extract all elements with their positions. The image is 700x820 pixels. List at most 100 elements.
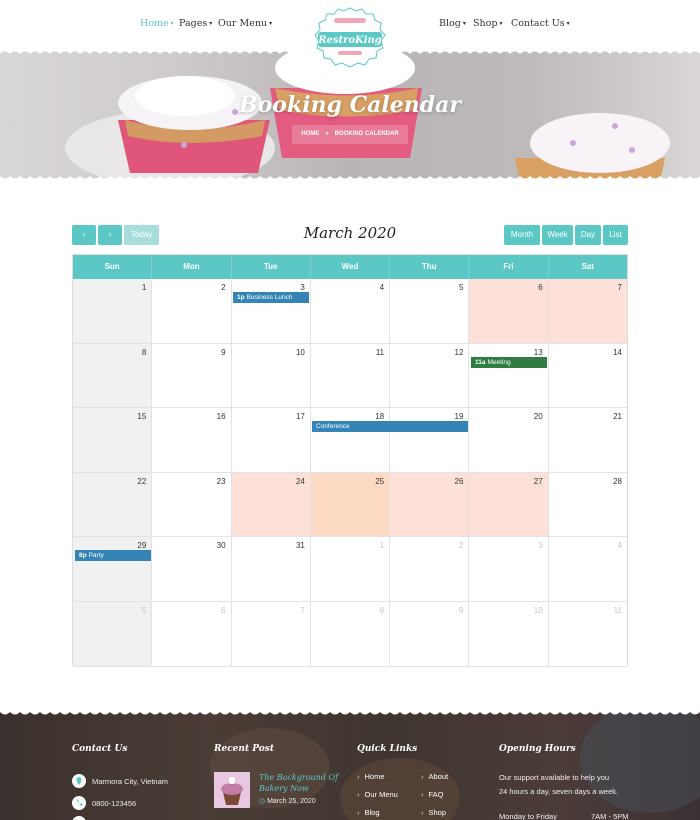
- quick-link-our-menu[interactable]: Our Menu: [357, 790, 398, 799]
- day-cell[interactable]: 22: [73, 472, 153, 538]
- event-title: Party: [88, 552, 104, 559]
- day-cell[interactable]: 28: [548, 472, 627, 538]
- day-number: 23: [216, 476, 226, 486]
- day-cell[interactable]: 27: [469, 472, 549, 538]
- day-cell[interactable]: 1: [73, 279, 153, 344]
- day-cell[interactable]: 23: [152, 472, 232, 538]
- nav-blog[interactable]: Blog ▾: [439, 18, 466, 29]
- day-number: 11: [375, 347, 385, 357]
- clock-icon: ◷: [259, 798, 268, 805]
- event-time: 11a: [475, 359, 486, 366]
- view-month-button[interactable]: Month: [504, 225, 540, 245]
- weekday-sun: Sun: [73, 255, 153, 279]
- day-cell[interactable]: 19: [390, 408, 470, 473]
- day-cell-other-month[interactable]: 2: [390, 537, 470, 602]
- day-cell-other-month[interactable]: 1: [310, 537, 391, 602]
- day-number: 19: [454, 412, 464, 422]
- day-cell-other-month[interactable]: 10: [469, 601, 549, 667]
- day-cell[interactable]: 2: [152, 279, 232, 344]
- footer-hours-title: Opening Hours: [499, 744, 576, 754]
- day-cell-other-month[interactable]: 3: [469, 537, 549, 602]
- restroking-logo[interactable]: RestroKing: [310, 6, 390, 68]
- day-cell-other-month[interactable]: 11: [548, 601, 627, 667]
- day-cell[interactable]: 3: [231, 279, 311, 344]
- day-cell[interactable]: 13: [469, 343, 549, 409]
- event-conference[interactable]: Conference: [312, 421, 468, 432]
- day-cell-other-month[interactable]: 6: [152, 601, 232, 667]
- day-number: 6: [538, 283, 543, 292]
- view-list-button[interactable]: List: [603, 225, 628, 245]
- day-cell[interactable]: 26: [390, 472, 470, 538]
- day-cell[interactable]: 29: [73, 537, 153, 602]
- day-cell-other-month[interactable]: 7: [231, 601, 311, 667]
- nav-shop[interactable]: Shop ▾: [473, 18, 502, 29]
- event-party[interactable]: 8p Party: [75, 550, 151, 561]
- nav-home[interactable]: Home ▾: [140, 18, 174, 29]
- view-day-button[interactable]: Day: [575, 225, 601, 245]
- calendar-week: 5 6 7 8 9 10 11: [73, 601, 627, 667]
- nav-pages[interactable]: Pages ▾: [179, 18, 212, 29]
- day-cell[interactable]: 31: [231, 537, 311, 602]
- day-number: 21: [613, 412, 622, 422]
- view-week-button[interactable]: Week: [542, 225, 573, 245]
- day-number: 27: [533, 476, 543, 486]
- day-cell[interactable]: 4: [310, 279, 391, 344]
- event-title: Business Lunch: [246, 294, 293, 301]
- day-number: 7: [617, 283, 622, 292]
- breadcrumb-home[interactable]: HOME: [301, 131, 319, 137]
- footer-contact-title: Contact Us: [72, 744, 128, 754]
- day-number: 10: [295, 347, 305, 357]
- day-cell[interactable]: 7: [548, 279, 627, 344]
- day-cell[interactable]: 20: [469, 408, 549, 473]
- nav-contact[interactable]: Contact Us ▾: [511, 18, 570, 29]
- day-cell[interactable]: 14: [548, 343, 627, 409]
- day-cell-other-month[interactable]: 4: [548, 537, 627, 602]
- nav-pages-label: Pages: [179, 18, 208, 29]
- prev-month-button[interactable]: ‹: [72, 225, 96, 245]
- day-cell-today[interactable]: 25: [310, 472, 391, 538]
- today-button[interactable]: Today: [124, 225, 159, 245]
- quick-link-about[interactable]: About: [421, 772, 449, 781]
- day-cell[interactable]: 30: [152, 537, 232, 602]
- day-cell[interactable]: 17: [231, 408, 311, 473]
- day-number: 22: [137, 476, 147, 486]
- day-cell-other-month[interactable]: 8: [310, 601, 391, 667]
- quick-link-blog[interactable]: Blog: [357, 808, 380, 817]
- event-business-lunch[interactable]: 1p Business Lunch: [233, 292, 309, 303]
- recent-post-title[interactable]: The Background Of Bakery Now: [259, 772, 338, 794]
- nav-our-menu[interactable]: Our Menu ▾: [218, 18, 272, 29]
- day-cell[interactable]: 12: [390, 343, 470, 409]
- hours-text-line-2: 24 hours a day, seven days a week.: [499, 787, 619, 796]
- day-cell[interactable]: 8: [73, 343, 153, 409]
- day-cell[interactable]: 21: [548, 408, 627, 473]
- day-number: 2: [221, 283, 226, 292]
- quick-link-shop[interactable]: Shop: [421, 808, 447, 817]
- quick-link-home[interactable]: Home: [357, 772, 385, 781]
- day-cell[interactable]: 24: [231, 472, 311, 538]
- day-cell[interactable]: 15: [73, 408, 153, 473]
- recent-post-thumbnail[interactable]: [214, 772, 250, 808]
- day-number: 9: [221, 347, 226, 357]
- day-cell[interactable]: 9: [152, 343, 232, 409]
- day-cell-other-month[interactable]: 9: [390, 601, 470, 667]
- event-meeting[interactable]: 11a Meeting: [471, 357, 547, 368]
- day-cell[interactable]: 16: [152, 408, 232, 473]
- chevron-down-icon: ▾: [462, 20, 466, 27]
- quick-link-faq[interactable]: FAQ: [421, 790, 444, 799]
- calendar-week: 8 9 10 11 12 13 14: [73, 343, 627, 409]
- calendar-week: 29 30 31 1 2 3 4: [73, 537, 627, 602]
- day-number: 20: [533, 412, 543, 422]
- recent-post-title-line-2: Bakery Now: [259, 784, 309, 793]
- weekday-fri: Fri: [469, 255, 549, 279]
- chevron-down-icon: ▾: [170, 20, 174, 27]
- chevron-left-icon: ‹: [82, 230, 86, 239]
- breadcrumb-current: BOOKING CALENDAR: [334, 131, 399, 137]
- day-cell[interactable]: 10: [231, 343, 311, 409]
- day-cell[interactable]: 6: [469, 279, 549, 344]
- chevron-down-icon: ▾: [209, 20, 213, 27]
- day-cell[interactable]: 11: [310, 343, 391, 409]
- day-cell-other-month[interactable]: 5: [73, 601, 153, 667]
- next-month-button[interactable]: ›: [98, 225, 122, 245]
- day-cell[interactable]: 5: [390, 279, 470, 344]
- day-cell[interactable]: 18: [310, 408, 391, 473]
